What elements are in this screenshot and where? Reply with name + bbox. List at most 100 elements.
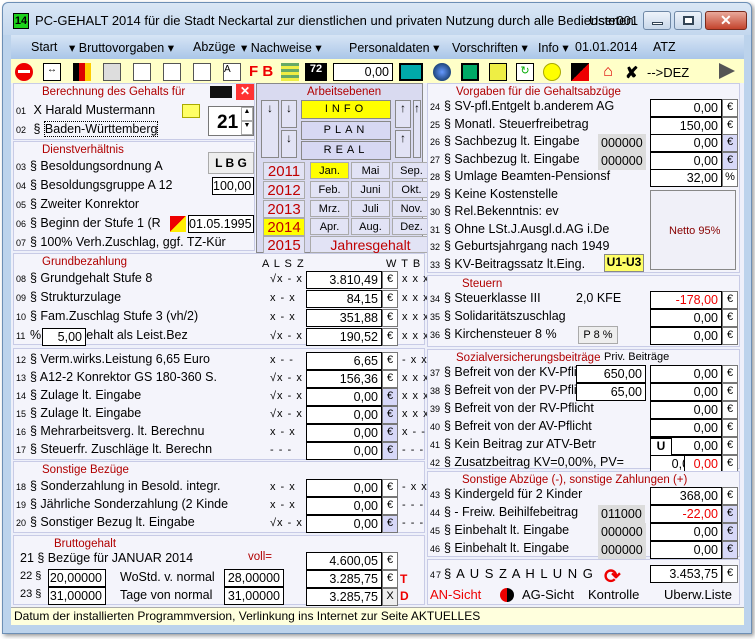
spinner-down-icon[interactable]: ▼ (241, 121, 253, 135)
flag-icon[interactable] (571, 63, 589, 81)
amount-field[interactable]: 0,00 (306, 388, 382, 406)
priv-field[interactable]: 65,00 (576, 383, 646, 401)
month-mrz[interactable]: Mrz. (310, 200, 349, 217)
year-2011[interactable]: 2011 (263, 162, 305, 180)
bank-icon[interactable]: ⌂ (599, 63, 617, 81)
print-icon[interactable] (103, 63, 121, 81)
month-okt[interactable]: Okt. (392, 181, 431, 198)
month-aug[interactable]: Aug. (351, 218, 390, 235)
ueberweisungsliste-button[interactable]: Uberw.Liste (664, 587, 732, 602)
level-plan-button[interactable]: PLAN (301, 121, 391, 140)
minimize-button[interactable] (643, 11, 671, 30)
amount-field[interactable]: 32,00 (650, 169, 722, 187)
spinner-up-icon[interactable]: ▲ (241, 107, 253, 121)
menu-personaldaten[interactable]: Personaldaten ▾ (349, 40, 439, 55)
year-2013[interactable]: 2013 (263, 200, 305, 218)
stufe-date-field[interactable]: 01.05.1995 (188, 215, 254, 233)
dez-button[interactable]: -->DEZ (647, 65, 697, 83)
amount-field[interactable]: 0,00 (650, 134, 722, 152)
amount-field[interactable]: 0,00 (650, 419, 722, 437)
close-button[interactable]: ✕ (705, 11, 747, 30)
wostd-value[interactable]: 3.285,75 (306, 570, 382, 588)
stop-icon[interactable] (15, 63, 33, 81)
amount-field[interactable]: 0,00 (650, 309, 722, 327)
state-field[interactable]: Baden-Württemberg (43, 121, 159, 137)
amount-field[interactable]: 0,00 (650, 327, 722, 345)
priv-field[interactable]: 650,00 (576, 365, 646, 383)
year-2014[interactable]: 2014 (263, 218, 305, 236)
amount-field[interactable]: 6,65 (306, 352, 382, 370)
globe-icon[interactable] (433, 63, 451, 81)
arrow-up-icon[interactable]: ↑ (395, 100, 411, 128)
amount-field[interactable]: 368,00 (650, 487, 722, 505)
month-apr[interactable]: Apr. (310, 218, 349, 235)
arrow-down-icon-2[interactable]: ↓ (281, 130, 297, 158)
amount-field[interactable]: 0,00 (306, 479, 382, 497)
u-button[interactable]: U (650, 438, 672, 456)
period-spinner[interactable]: 21 ▲ ▼ (208, 106, 254, 136)
amount-field[interactable]: 84,15 (306, 290, 382, 308)
amount-field[interactable]: 190,52 (306, 328, 382, 346)
sun-icon[interactable] (543, 63, 561, 81)
x-button[interactable]: X (382, 588, 398, 606)
menu-start[interactable]: Start (31, 40, 57, 54)
code-field[interactable]: 000000 (598, 151, 646, 170)
amount-field[interactable]: 0,00 (650, 541, 722, 559)
print-icon-2[interactable] (133, 63, 151, 81)
print-color-icon[interactable] (73, 63, 91, 81)
arrow-up-long-icon[interactable]: ↑ (413, 100, 421, 158)
amount-field[interactable]: 0,00 (306, 497, 382, 515)
tage-normal-field[interactable]: 31,00000 (224, 587, 284, 605)
code-field[interactable]: 000000 (598, 541, 646, 559)
level-info-button[interactable]: INFO (301, 100, 391, 119)
bezuege-value[interactable]: 4.600,05 (306, 552, 382, 570)
play-icon[interactable] (719, 63, 735, 79)
binoculars-icon[interactable] (210, 86, 232, 98)
calendar-72-icon[interactable]: 72 (305, 63, 327, 81)
lbg-button[interactable]: L B G (208, 152, 254, 174)
year-2012[interactable]: 2012 (263, 181, 305, 199)
delete-icon[interactable]: ✕ (236, 84, 254, 100)
month-juni[interactable]: Juni (351, 181, 390, 198)
resize-icon[interactable]: ↔ (43, 63, 61, 81)
month-jan[interactable]: Jan. (310, 162, 349, 179)
menu-date[interactable]: 01.01.2014 (575, 40, 638, 54)
level-real-button[interactable]: REAL (301, 141, 391, 160)
menu-nachweise[interactable]: ▾ Nachweise ▾ (241, 40, 322, 55)
wostd-field[interactable]: 20,00000 (48, 569, 106, 587)
menu-bruttovorgaben[interactable]: ▾ Bruttovorgaben ▾ (69, 40, 174, 55)
toolbar-amount-field[interactable]: 0,00 (333, 63, 393, 81)
amount-field[interactable]: 0,00 (650, 401, 722, 419)
year-2015[interactable]: 2015 (263, 236, 305, 254)
users-icon[interactable] (489, 63, 507, 81)
arrow-up-icon-2[interactable]: ↑ (395, 130, 411, 158)
lock-icon[interactable] (182, 104, 200, 118)
print-icon-3[interactable] (163, 63, 181, 81)
month-sep[interactable]: Sep. (392, 162, 431, 179)
d-icon[interactable]: D (400, 589, 409, 603)
amount-field[interactable]: 0,00 (306, 424, 382, 442)
amount-field[interactable]: 150,00 (650, 116, 722, 135)
month-juli[interactable]: Juli (351, 200, 390, 217)
fb-button[interactable]: F B (249, 63, 277, 81)
amount-field[interactable]: 156,36 (306, 370, 382, 388)
code-field[interactable]: 000000 (598, 523, 646, 541)
kontrolle-button[interactable]: Kontrolle (588, 587, 639, 602)
amount-field[interactable]: 0,00 (306, 406, 382, 424)
month-mai[interactable]: Mai (351, 162, 390, 179)
amount-field[interactable]: 0,00 (306, 442, 382, 460)
print-text-icon[interactable]: A (223, 63, 241, 81)
p8-button[interactable]: P 8 % (578, 326, 618, 344)
menu-atz[interactable]: ATZ (653, 40, 676, 54)
menu-info[interactable]: Info ▾ (538, 40, 569, 55)
arrow-down-icon[interactable]: ↓ (281, 100, 297, 128)
ag-sicht-button[interactable]: AG-Sicht (522, 587, 574, 602)
stack-icon[interactable] (281, 63, 299, 81)
refresh-doc-icon[interactable]: ↻ (516, 63, 534, 81)
code-field[interactable]: 000000 (598, 134, 646, 152)
arrow-down-long-icon[interactable]: ↓ (261, 100, 279, 158)
amount-field[interactable]: 0,00 (650, 365, 722, 383)
ra-icon[interactable] (170, 216, 186, 232)
u1u3-button[interactable]: U1-U3 (604, 254, 644, 272)
swap-icon[interactable]: ⟳ (604, 564, 621, 589)
